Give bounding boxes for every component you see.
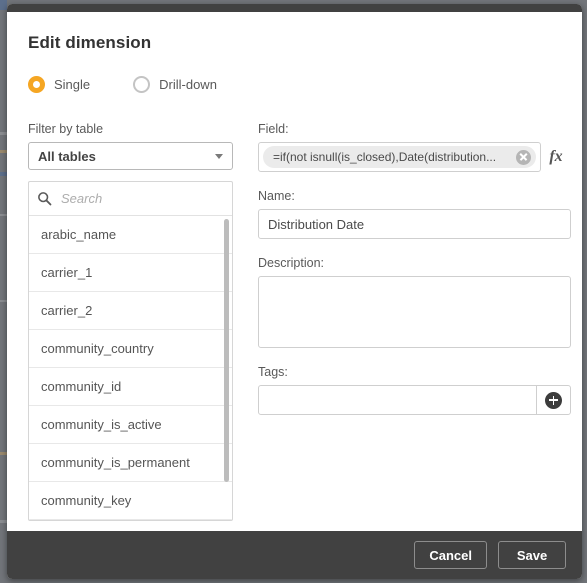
backdrop-stripe xyxy=(0,300,7,302)
field-label: Field: xyxy=(258,122,289,136)
backdrop-stripe xyxy=(0,0,7,10)
radio-selected-icon xyxy=(28,76,45,93)
expression-text: =if(not isnull(is_closed),Date(distribut… xyxy=(273,150,497,164)
save-button[interactable]: Save xyxy=(498,541,566,569)
chevron-down-icon xyxy=(215,153,223,159)
name-label: Name: xyxy=(258,189,295,203)
backdrop-stripe xyxy=(0,520,7,523)
list-item[interactable]: carrier_1 xyxy=(29,254,232,292)
field-list-panel: Search arabic_name carrier_1 carrier_2 c… xyxy=(28,181,233,521)
cancel-button[interactable]: Cancel xyxy=(414,541,487,569)
edit-dimension-dialog: Edit dimension Single Drill-down Filter … xyxy=(7,4,582,579)
dialog-top-bar xyxy=(7,4,582,12)
page-title: Edit dimension xyxy=(28,33,152,52)
table-filter-select[interactable]: All tables xyxy=(28,142,233,170)
expression-editor-button[interactable]: fx xyxy=(541,148,571,166)
field-list-scrollbar[interactable] xyxy=(224,219,229,482)
search-row[interactable]: Search xyxy=(29,182,232,216)
radio-unselected-icon xyxy=(133,76,151,93)
clear-circle-icon[interactable] xyxy=(516,149,531,165)
dimension-type-radio-group: Single Drill-down xyxy=(28,76,217,93)
list-item[interactable]: arabic_name xyxy=(29,216,232,254)
tags-row xyxy=(258,385,571,415)
list-item[interactable]: community_is_permanent xyxy=(29,444,232,482)
expression-chip[interactable]: =if(not isnull(is_closed),Date(distribut… xyxy=(263,146,536,168)
list-item[interactable]: community_is_active xyxy=(29,406,232,444)
table-filter-value: All tables xyxy=(38,148,96,164)
list-item[interactable]: community_id xyxy=(29,368,232,406)
description-label: Description: xyxy=(258,256,324,270)
field-browser-panel: Filter by table All tables Search arabic… xyxy=(28,122,233,521)
field-list: arabic_name carrier_1 carrier_2 communit… xyxy=(29,216,232,520)
dimension-properties-panel: Field: =if(not isnull(is_closed),Date(di… xyxy=(258,122,571,415)
tags-input[interactable] xyxy=(259,386,536,414)
plus-circle-icon xyxy=(545,391,562,409)
radio-option-single[interactable]: Single xyxy=(28,76,90,93)
dialog-footer: Cancel Save xyxy=(7,531,582,579)
name-input[interactable]: Distribution Date xyxy=(258,209,571,239)
radio-label-single: Single xyxy=(54,77,91,92)
backdrop-stripe xyxy=(0,172,7,176)
list-item[interactable]: community_key xyxy=(29,482,232,520)
search-input[interactable]: Search xyxy=(61,191,102,206)
search-icon xyxy=(37,191,52,206)
backdrop-stripe xyxy=(0,132,7,135)
tags-label: Tags: xyxy=(258,365,288,379)
field-expression-row: =if(not isnull(is_closed),Date(distribut… xyxy=(258,142,571,172)
field-expression-input[interactable]: =if(not isnull(is_closed),Date(distribut… xyxy=(258,142,541,172)
backdrop-stripe xyxy=(0,150,7,153)
radio-option-drill-down[interactable]: Drill-down xyxy=(133,76,217,93)
backdrop-stripe xyxy=(0,452,7,455)
radio-label-drill-down: Drill-down xyxy=(159,77,217,92)
dialog-body: Edit dimension Single Drill-down Filter … xyxy=(7,12,582,531)
add-tag-button[interactable] xyxy=(536,386,570,414)
filter-by-table-label: Filter by table xyxy=(28,122,104,136)
backdrop-stripe xyxy=(0,214,7,216)
description-input[interactable] xyxy=(258,276,571,348)
list-item[interactable]: community_country xyxy=(29,330,232,368)
list-item[interactable]: carrier_2 xyxy=(29,292,232,330)
